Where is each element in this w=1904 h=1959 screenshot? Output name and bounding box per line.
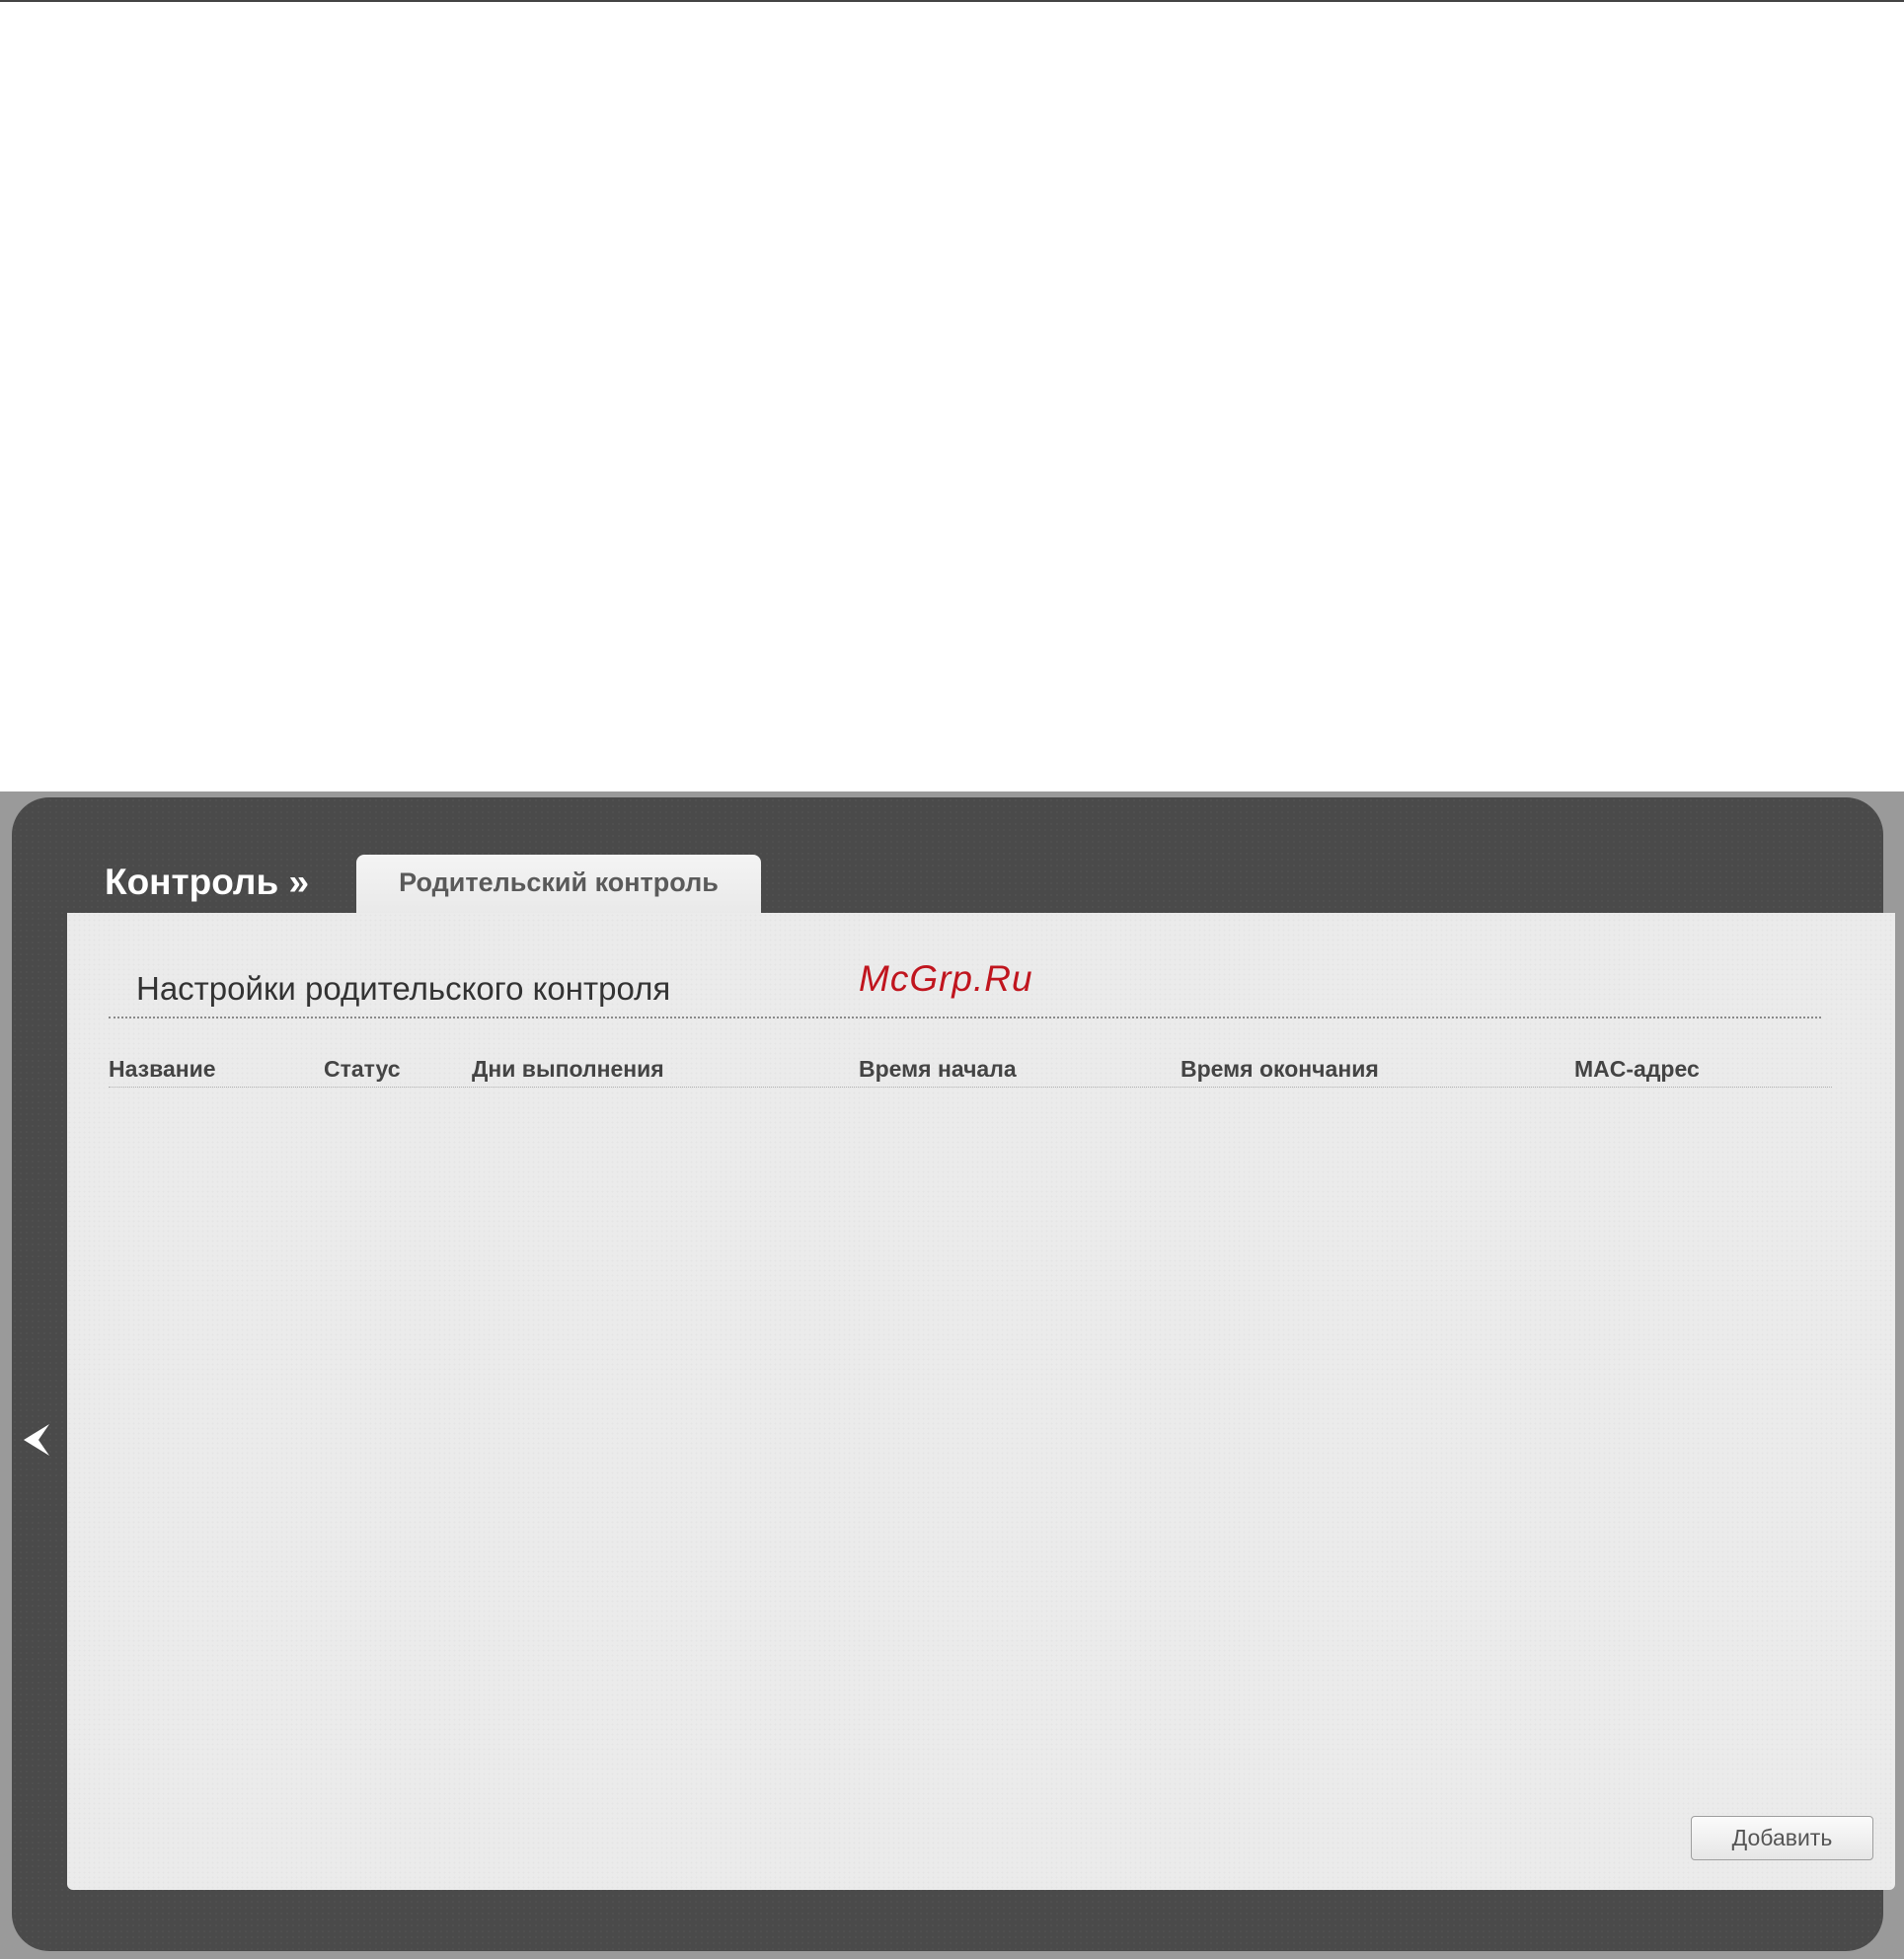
section-title: Контроль »	[105, 862, 310, 902]
page-title: Настройки родительского контроля	[136, 970, 671, 1007]
column-header-status: Статус	[324, 1056, 401, 1082]
chevron-left-icon[interactable]	[22, 1422, 51, 1458]
content-panel: Настройки родительского контроля McGrp.R…	[67, 913, 1895, 1890]
column-header-end-time: Время окончания	[1180, 1056, 1379, 1082]
watermark-text: McGrp.Ru	[859, 958, 1033, 999]
column-header-mac-address: MAC-адрес	[1574, 1056, 1700, 1082]
add-button[interactable]: Добавить	[1691, 1816, 1873, 1860]
tab-parental-control[interactable]: Родительский контроль	[356, 855, 761, 914]
top-divider	[0, 0, 1904, 2]
column-header-days: Дни выполнения	[472, 1056, 664, 1082]
column-header-start-time: Время начала	[859, 1056, 1017, 1082]
title-divider	[109, 1017, 1821, 1018]
table-header: Название Статус Дни выполнения Время нач…	[109, 1051, 1832, 1088]
column-header-name: Название	[109, 1056, 216, 1082]
